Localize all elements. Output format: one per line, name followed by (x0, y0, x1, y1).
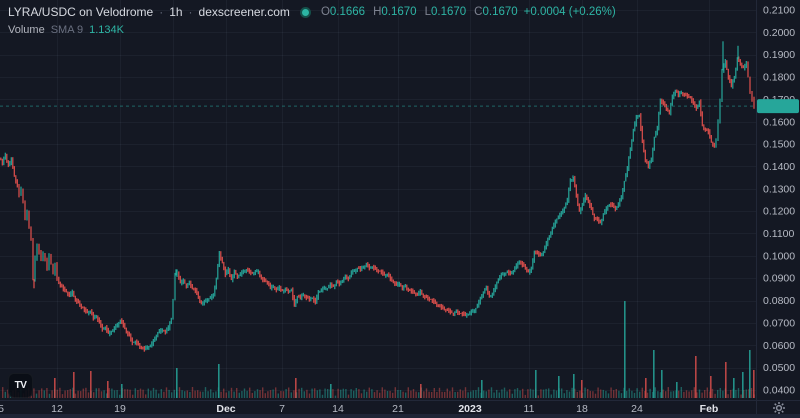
time-axis-label: Dec (216, 403, 235, 415)
time-axis-label: 5 (0, 403, 4, 415)
high-value: 0.1670 (381, 6, 416, 18)
price-axis-label: 0.1500 (763, 139, 795, 151)
open-label: O (321, 6, 330, 18)
price-axis-label: 0.1600 (763, 116, 795, 128)
price-axis-label: 0.1000 (763, 250, 795, 262)
volume-sma-params: SMA 9 (51, 24, 83, 36)
header-separator: · (189, 5, 193, 19)
time-axis-label: 21 (392, 403, 404, 415)
price-axis-label: 0.1800 (763, 72, 795, 84)
price-axis-label: 0.1100 (763, 228, 794, 240)
source-link[interactable]: dexscreener.com (199, 5, 290, 19)
chart-header: LYRA/USDC on Velodrome · 1h · dexscreene… (8, 5, 616, 19)
volume-sma-value: 1.134K (89, 24, 124, 36)
price-axis-label: 0.0900 (763, 273, 795, 285)
price-axis-label: 0.0600 (763, 340, 795, 352)
live-status-icon (300, 7, 311, 18)
price-axis-label: 0.1300 (763, 183, 795, 195)
time-axis-label: 2023 (458, 403, 482, 415)
timezone-settings-gear-icon[interactable] (771, 401, 787, 415)
open-value: 0.1666 (330, 6, 365, 18)
volume-indicator-label[interactable]: Volume (8, 24, 45, 36)
chart-canvas[interactable]: 0.21000.20000.19000.18000.17000.16000.15… (0, 0, 800, 418)
symbol-title[interactable]: LYRA/USDC on Velodrome (8, 5, 153, 19)
time-axis-label: 19 (114, 403, 126, 415)
price-change: +0.0004 (+0.26%) (524, 6, 616, 18)
time-axis-label: 7 (279, 403, 285, 415)
price-axis-label: 0.0500 (763, 362, 795, 374)
chart-window: 0.21000.20000.19000.18000.17000.16000.15… (0, 0, 800, 418)
price-axis-label: 0.2000 (763, 27, 795, 39)
price-axis-label: 0.1200 (763, 206, 795, 218)
time-axis-label: 14 (332, 403, 344, 415)
price-axis-label: 0.2100 (763, 5, 795, 17)
time-axis-label: 24 (631, 403, 643, 415)
tradingview-logo-text: TV (15, 380, 27, 391)
tradingview-logo[interactable]: TV (8, 373, 33, 398)
time-axis-label: 11 (524, 403, 535, 415)
volume-indicator-row: Volume SMA 9 1.134K (8, 24, 124, 36)
price-axis-label: 0.0400 (763, 384, 795, 396)
time-axis-label: Feb (700, 403, 719, 415)
header-separator: · (159, 5, 163, 19)
time-axis-label: 12 (51, 403, 63, 415)
price-axis-label: 0.0800 (763, 295, 795, 307)
price-axis-label: 0.0700 (763, 317, 795, 329)
close-value: 0.1670 (482, 6, 517, 18)
low-value: 0.1670 (431, 6, 466, 18)
time-axis-label: 18 (576, 403, 588, 415)
interval-label[interactable]: 1h (169, 5, 182, 19)
price-axis-label: 0.1900 (763, 49, 795, 61)
price-axis-label: 0.1400 (763, 161, 795, 173)
ohlc-readout: O0.1666 H0.1670 L0.1670 C0.1670 (321, 6, 518, 18)
